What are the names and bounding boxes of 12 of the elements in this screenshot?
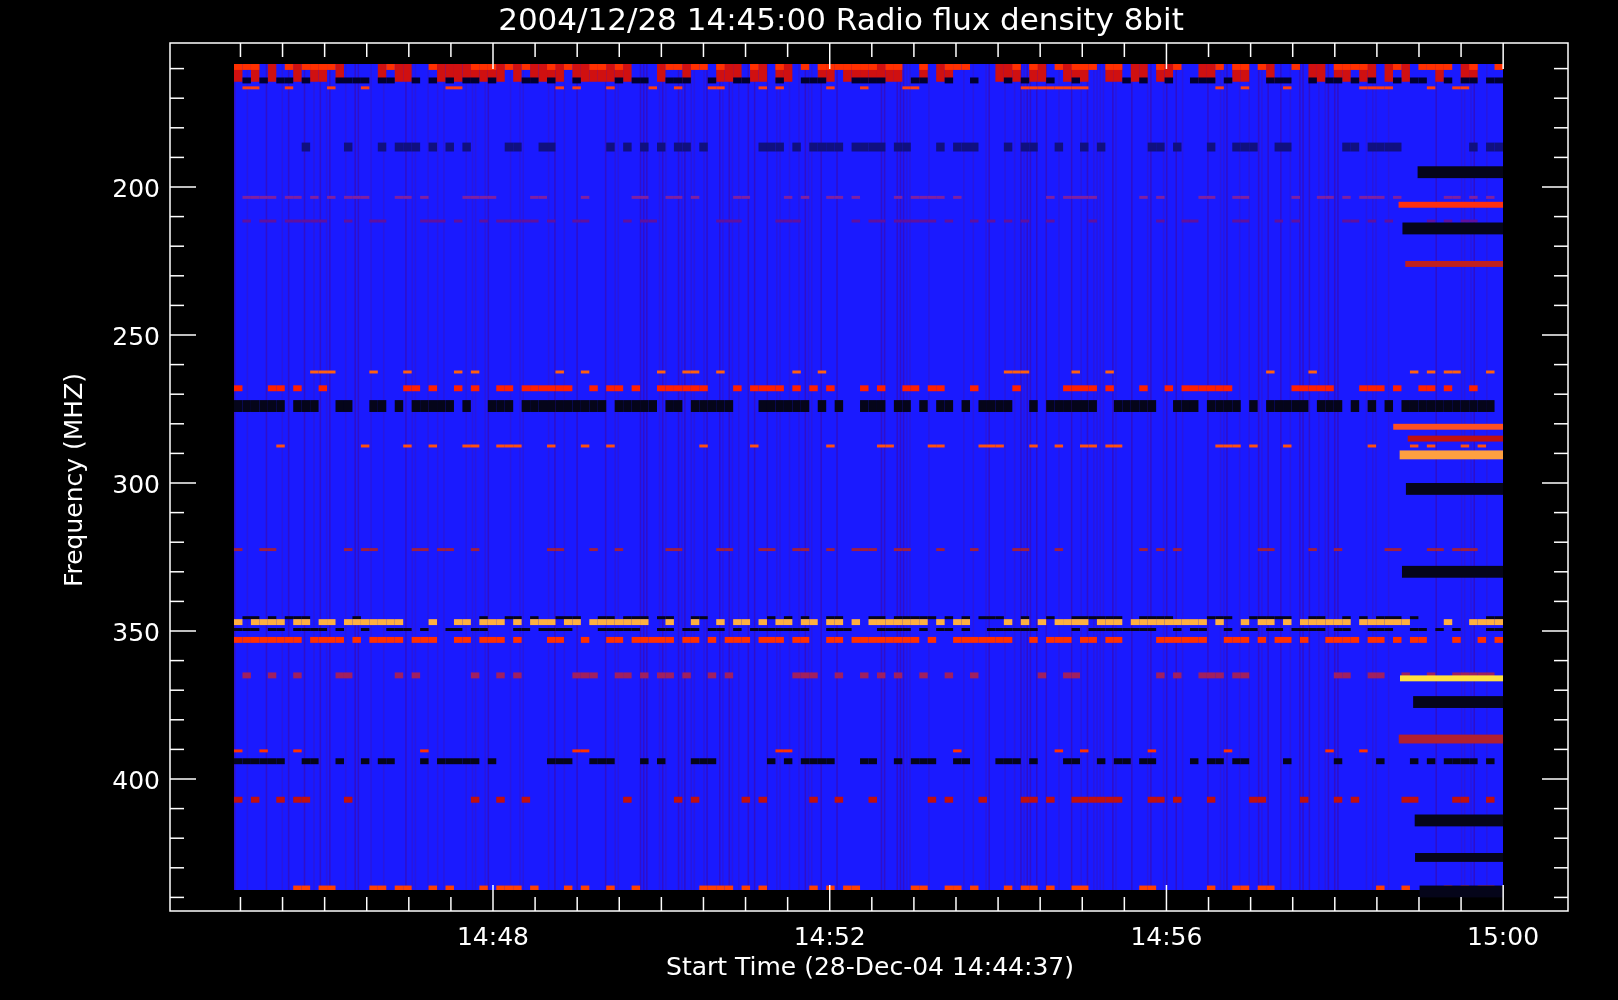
y-tick-label: 300 [112, 470, 160, 499]
y-tick-label: 200 [112, 174, 160, 203]
y-axis-label: Frequency (MHZ) [59, 372, 88, 588]
x-axis-label: Start Time (28-Dec-04 14:44:37) [666, 952, 1074, 981]
y-tick-label: 350 [112, 618, 160, 647]
y-tick-label: 400 [112, 766, 160, 795]
plot-title: 2004/12/28 14:45:00 Radio flux density 8bit [498, 1, 1184, 37]
x-tick-label: 14:52 [793, 922, 866, 951]
x-tick-label: 14:48 [457, 922, 529, 951]
y-tick-label: 250 [112, 322, 160, 351]
x-tick-label: 14:56 [1130, 922, 1203, 951]
x-tick-label: 15:00 [1467, 922, 1540, 951]
